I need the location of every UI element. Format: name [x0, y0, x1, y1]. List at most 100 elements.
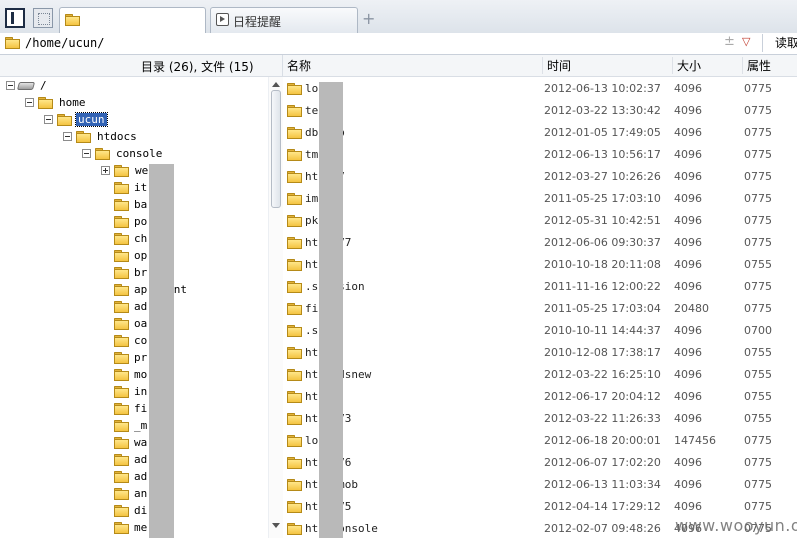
- folder-icon: [114, 352, 129, 364]
- file-row[interactable]: im 2011-05-25 17:03:10 4096 0775: [283, 188, 797, 210]
- file-row[interactable]: ht 12010-12-08 17:38:1740960755: [283, 342, 797, 364]
- folder-icon: [114, 199, 129, 211]
- folder-icon: [287, 413, 302, 425]
- scroll-down-icon[interactable]: [272, 523, 280, 528]
- file-row[interactable]: ht _v72012-03-27 10:26:2640960775: [283, 166, 797, 188]
- tree-scrollbar[interactable]: [268, 77, 283, 538]
- tree-node-label: op: [134, 249, 148, 262]
- file-time: 2010-10-11 14:44:37: [544, 324, 661, 337]
- file-size: 4096: [674, 478, 702, 491]
- file-row[interactable]: db cup2012-01-05 17:49:0540960775: [283, 122, 797, 144]
- file-size: 4096: [674, 280, 702, 293]
- folder-icon: [114, 420, 129, 432]
- column-header-size[interactable]: 大小: [672, 57, 701, 74]
- file-row[interactable]: ht _v762012-06-07 17:02:2040960775: [283, 452, 797, 474]
- column-header-time[interactable]: 时间: [542, 57, 571, 74]
- file-name: te: [305, 104, 319, 117]
- file-attr: 0775: [744, 500, 772, 513]
- folder-icon: [57, 114, 72, 126]
- scroll-thumb[interactable]: [271, 90, 281, 208]
- file-name: tm: [305, 148, 319, 161]
- file-size: 4096: [674, 412, 702, 425]
- dropdown-arrow-icon[interactable]: ▽: [742, 35, 750, 48]
- file-time: 2012-06-18 20:00:01: [544, 434, 661, 447]
- file-row[interactable]: ht _v732012-03-22 11:26:3340960755: [283, 408, 797, 430]
- file-attr: 0775: [744, 478, 772, 491]
- directory-tree: /homeucunhtdocsconsoleweit akba epoch lo…: [0, 77, 268, 538]
- column-header-attr[interactable]: 属性: [742, 57, 771, 74]
- folder-icon: [114, 386, 129, 398]
- file-row[interactable]: .s 2010-10-11 14:44:37 4096 0700: [283, 320, 797, 342]
- folder-icon: [114, 216, 129, 228]
- file-time: 2011-11-16 12:00:22: [544, 280, 661, 293]
- address-bar: /home/ucun/ ± ▽ 读取: [0, 33, 797, 55]
- plus-minus-icon[interactable]: ±: [724, 34, 735, 49]
- file-row[interactable]: ht 22010-10-18 20:11:0840960755: [283, 254, 797, 276]
- file-time: 2012-06-06 09:30:37: [544, 236, 661, 249]
- collapse-icon[interactable]: [6, 81, 15, 90]
- file-time: 2012-06-17 20:04:12: [544, 390, 661, 403]
- file-row[interactable]: .s ersion 2011-11-16 12:00:22 4096 0775: [283, 276, 797, 298]
- folder-icon: [287, 457, 302, 469]
- file-attr: 0775: [744, 104, 772, 117]
- file-row[interactable]: ht 2012-06-17 20:04:12 4096 0755: [283, 386, 797, 408]
- folder-icon: [114, 471, 129, 483]
- file-name: lo: [305, 82, 319, 95]
- folder-icon: [287, 259, 302, 271]
- folder-icon: [287, 149, 302, 161]
- tab-schedule[interactable]: 日程提醒: [210, 7, 358, 33]
- file-size: 4096: [674, 104, 702, 117]
- tree-node-label: di: [134, 504, 148, 517]
- tree-node-label: po: [134, 215, 148, 228]
- file-name: ht: [305, 390, 319, 403]
- tab-file-browser[interactable]: [59, 7, 206, 34]
- path-input[interactable]: /home/ucun/: [25, 36, 104, 50]
- collapse-icon[interactable]: [82, 149, 91, 158]
- tab-label: 日程提醒: [233, 15, 282, 29]
- file-time: 2012-06-13 11:03:34: [544, 478, 661, 491]
- add-tab-button[interactable]: +: [362, 9, 375, 28]
- folder-icon: [114, 318, 129, 330]
- file-attr: 0775: [744, 214, 772, 227]
- sidebar-toggle-icon[interactable]: [5, 8, 25, 28]
- file-row[interactable]: fi 2011-05-25 17:03:04 20480 0775: [283, 298, 797, 320]
- file-size: 4096: [674, 346, 702, 359]
- file-row[interactable]: tm 2012-06-13 10:56:17 4096 0775: [283, 144, 797, 166]
- read-button[interactable]: 读取: [762, 34, 797, 52]
- folder-icon: [287, 215, 302, 227]
- folder-icon: [114, 267, 129, 279]
- file-time: 2012-03-22 16:25:10: [544, 368, 661, 381]
- file-row[interactable]: ht _adsnew 2012-03-22 16:25:10 4096 0755: [283, 364, 797, 386]
- collapse-icon[interactable]: [25, 98, 34, 107]
- file-row[interactable]: te 2012-03-22 13:30:42 4096 0775: [283, 100, 797, 122]
- folder-icon: [287, 83, 302, 95]
- collapse-icon[interactable]: [44, 115, 53, 124]
- file-size: 4096: [674, 170, 702, 183]
- expand-icon[interactable]: [101, 166, 110, 175]
- folder-icon: [114, 301, 129, 313]
- tree-node-label: ad: [134, 470, 148, 483]
- file-attr: 0755: [744, 368, 772, 381]
- column-header-name[interactable]: 名称: [283, 57, 311, 74]
- file-time: 2011-05-25 17:03:04: [544, 302, 661, 315]
- file-time: 2011-05-25 17:03:10: [544, 192, 661, 205]
- file-time: 2012-01-05 17:49:05: [544, 126, 661, 139]
- collapse-icon[interactable]: [63, 132, 72, 141]
- file-list: lo 2012-06-13 10:02:37 4096 0775 te 2012-03-2…: [283, 78, 797, 538]
- folder-icon: [287, 281, 302, 293]
- file-attr: 0775: [744, 302, 772, 315]
- redaction-bar: [149, 164, 174, 538]
- file-row[interactable]: lo 2012-06-18 20:00:01 147456 0775: [283, 430, 797, 452]
- watermark: www.wooyun.org: [675, 516, 797, 535]
- folder-icon: [287, 127, 302, 139]
- folder-icon: [65, 14, 80, 26]
- file-row[interactable]: ht _v772012-06-06 09:30:3740960775: [283, 232, 797, 254]
- file-row[interactable]: pk 2012-05-31 10:42:51 4096 0775: [283, 210, 797, 232]
- scroll-up-icon[interactable]: [272, 82, 280, 87]
- file-row[interactable]: ht _umob2012-06-13 11:03:3440960775: [283, 474, 797, 496]
- file-row[interactable]: lo 2012-06-13 10:02:37 4096 0775: [283, 78, 797, 100]
- tab-bar: 日程提醒 +: [0, 0, 797, 34]
- blank-tab-icon[interactable]: [33, 8, 53, 28]
- file-size: 4096: [674, 192, 702, 205]
- file-row[interactable]: ht _v752012-04-14 17:29:1240960775: [283, 496, 797, 518]
